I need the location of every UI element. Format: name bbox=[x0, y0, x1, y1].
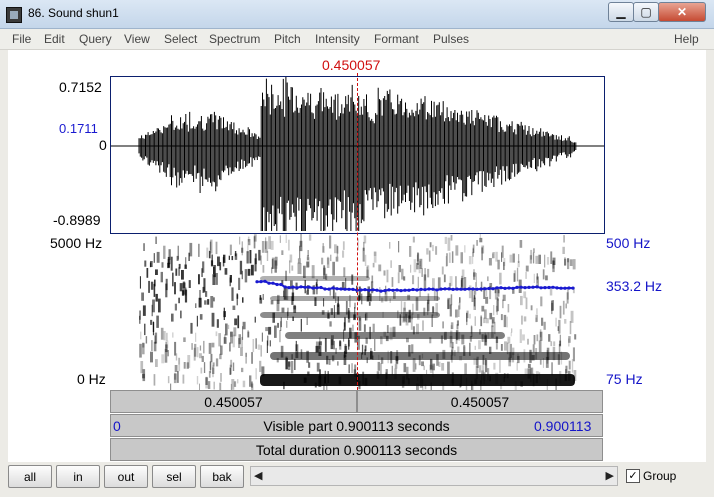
zoom-back-button[interactable]: bak bbox=[200, 465, 244, 488]
total-duration-label: Total duration 0.900113 seconds bbox=[255, 441, 458, 458]
zoom-all-button[interactable]: all bbox=[8, 465, 52, 488]
pitch-value-label: 353.2 Hz bbox=[606, 278, 663, 294]
group-checkbox[interactable]: ✓ bbox=[626, 469, 640, 483]
time-scrollbar[interactable]: ◀ ▶ bbox=[250, 466, 618, 486]
menu-pulses[interactable]: Pulses bbox=[433, 32, 469, 46]
wave-ymin-label: -0.8989 bbox=[53, 212, 101, 228]
total-duration-bar[interactable]: Total duration 0.900113 seconds bbox=[110, 438, 603, 461]
cursor-time-label: 0.450057 bbox=[322, 57, 381, 73]
menu-view[interactable]: View bbox=[124, 32, 150, 46]
menu-select[interactable]: Select bbox=[164, 32, 197, 46]
menu-formant[interactable]: Formant bbox=[374, 32, 419, 46]
visible-start-label: 0 bbox=[113, 418, 121, 434]
menu-bar: File Edit Query View Select Spectrum Pit… bbox=[0, 29, 714, 50]
menu-spectrum[interactable]: Spectrum bbox=[209, 32, 260, 46]
minimize-icon: ▁ bbox=[616, 5, 626, 19]
menu-file[interactable]: File bbox=[12, 32, 31, 46]
wave-ymax-label: 0.7152 bbox=[59, 79, 102, 95]
menu-intensity[interactable]: Intensity bbox=[315, 32, 360, 46]
right-segment-label: 0.450057 bbox=[450, 393, 510, 410]
menu-edit[interactable]: Edit bbox=[44, 32, 65, 46]
left-segment-bar[interactable]: 0.450057 bbox=[110, 390, 357, 413]
menu-help[interactable]: Help bbox=[674, 32, 699, 46]
spec-freq-bottom-label: 0 Hz bbox=[77, 371, 106, 387]
menu-query[interactable]: Query bbox=[79, 32, 112, 46]
close-icon: ✕ bbox=[676, 5, 688, 19]
visible-part-label: Visible part 0.900113 seconds bbox=[263, 417, 450, 434]
spec-freq-top-label: 5000 Hz bbox=[50, 235, 103, 251]
close-button[interactable]: ✕ bbox=[658, 2, 706, 22]
cursor-line bbox=[357, 73, 358, 390]
visible-end-label: 0.900113 bbox=[534, 418, 592, 434]
zoom-selection-button[interactable]: sel bbox=[152, 465, 196, 488]
scroll-right-icon[interactable]: ▶ bbox=[606, 469, 614, 482]
zoom-in-button[interactable]: in bbox=[56, 465, 100, 488]
wave-zero-label: 0 bbox=[99, 137, 107, 153]
scroll-left-icon[interactable]: ◀ bbox=[254, 469, 262, 482]
menu-pitch[interactable]: Pitch bbox=[274, 32, 301, 46]
zoom-out-button[interactable]: out bbox=[104, 465, 148, 488]
maximize-icon: ▢ bbox=[640, 5, 652, 19]
visible-part-bar[interactable]: Visible part 0.900113 seconds bbox=[110, 414, 603, 437]
left-segment-label: 0.450057 bbox=[204, 393, 263, 410]
pitch-top-label: 500 Hz bbox=[606, 235, 651, 251]
praat-sound-icon bbox=[6, 7, 22, 23]
pitch-bottom-label: 75 Hz bbox=[606, 371, 643, 387]
group-label: Group bbox=[643, 469, 677, 483]
minimize-button[interactable]: ▁ bbox=[608, 2, 634, 22]
title-bar: 86. Sound shun1 ▁ ▢ ✕ bbox=[0, 0, 714, 29]
window-title: 86. Sound shun1 bbox=[28, 6, 119, 20]
wave-ymark-label: 0.1711 bbox=[59, 121, 98, 136]
right-segment-bar[interactable]: 0.450057 bbox=[357, 390, 603, 413]
maximize-button[interactable]: ▢ bbox=[633, 2, 659, 22]
